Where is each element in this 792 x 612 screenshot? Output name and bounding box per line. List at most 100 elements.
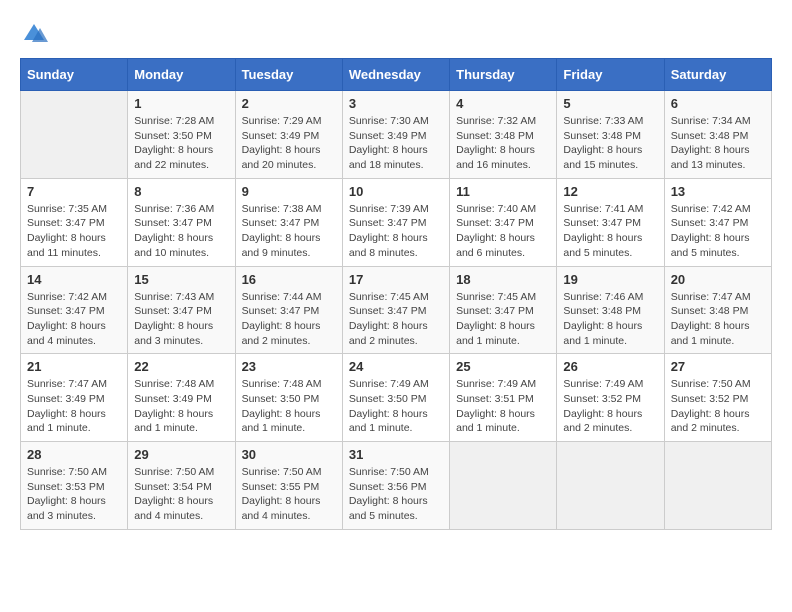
- day-number: 5: [563, 96, 657, 111]
- day-number: 16: [242, 272, 336, 287]
- calendar-cell: 18 Sunrise: 7:45 AMSunset: 3:47 PMDayligh…: [450, 266, 557, 354]
- day-info: Sunrise: 7:39 AMSunset: 3:47 PMDaylight:…: [349, 202, 443, 261]
- calendar-cell: 17Sunrise: 7:45 AMSunset: 3:47 PMDayligh…: [342, 266, 449, 354]
- calendar-cell: 31 Sunrise: 7:50 AMSunset: 3:56 PMDayligh…: [342, 442, 449, 530]
- day-number: 8: [134, 184, 228, 199]
- calendar-table: SundayMondayTuesdayWednesdayThursdayFrid…: [20, 58, 772, 530]
- header-day-tuesday: Tuesday: [235, 59, 342, 91]
- calendar-cell: 4 Sunrise: 7:32 AMSunset: 3:48 PMDaylight…: [450, 91, 557, 179]
- day-number: 13: [671, 184, 765, 199]
- day-info: Sunrise: 7:34 AMSunset: 3:48 PMDaylight:…: [671, 114, 765, 173]
- header-day-friday: Friday: [557, 59, 664, 91]
- day-number: 17: [349, 272, 443, 287]
- day-info: Sunrise: 7:46 AMSunset: 3:48 PMDaylight:…: [563, 290, 657, 349]
- day-info: Sunrise: 7:32 AMSunset: 3:48 PMDaylight:…: [456, 114, 550, 173]
- page-header: [20, 20, 772, 48]
- day-info: Sunrise: 7:50 AMSunset: 3:52 PMDaylight:…: [671, 377, 765, 436]
- day-number: 21: [27, 359, 121, 374]
- logo: [20, 20, 52, 48]
- day-info: Sunrise: 7:44 AMSunset: 3:47 PMDaylight:…: [242, 290, 336, 349]
- day-info: Sunrise: 7:48 AMSunset: 3:50 PMDaylight:…: [242, 377, 336, 436]
- logo-icon: [20, 20, 48, 48]
- header-day-sunday: Sunday: [21, 59, 128, 91]
- calendar-cell: 26 Sunrise: 7:49 AMSunset: 3:52 PMDayligh…: [557, 354, 664, 442]
- calendar-cell: 9Sunrise: 7:38 AMSunset: 3:47 PMDaylight…: [235, 178, 342, 266]
- calendar-cell: [664, 442, 771, 530]
- day-number: 6: [671, 96, 765, 111]
- calendar-cell: 5 Sunrise: 7:33 AMSunset: 3:48 PMDaylight…: [557, 91, 664, 179]
- day-number: 11: [456, 184, 550, 199]
- day-info: Sunrise: 7:47 AMSunset: 3:48 PMDaylight:…: [671, 290, 765, 349]
- calendar-cell: 29 Sunrise: 7:50 AMSunset: 3:54 PMDayligh…: [128, 442, 235, 530]
- calendar-cell: 22 Sunrise: 7:48 AMSunset: 3:49 PMDayligh…: [128, 354, 235, 442]
- header-day-saturday: Saturday: [664, 59, 771, 91]
- calendar-cell: 7Sunrise: 7:35 AMSunset: 3:47 PMDaylight…: [21, 178, 128, 266]
- calendar-week-4: 28 Sunrise: 7:50 AMSunset: 3:53 PMDayligh…: [21, 442, 772, 530]
- day-info: Sunrise: 7:29 AMSunset: 3:49 PMDaylight:…: [242, 114, 336, 173]
- calendar-cell: 15 Sunrise: 7:43 AMSunset: 3:47 PMDayligh…: [128, 266, 235, 354]
- calendar-cell: 12Sunrise: 7:41 AMSunset: 3:47 PMDayligh…: [557, 178, 664, 266]
- day-info: Sunrise: 7:33 AMSunset: 3:48 PMDaylight:…: [563, 114, 657, 173]
- calendar-cell: 27Sunrise: 7:50 AMSunset: 3:52 PMDayligh…: [664, 354, 771, 442]
- calendar-cell: 14Sunrise: 7:42 AMSunset: 3:47 PMDayligh…: [21, 266, 128, 354]
- day-info: Sunrise: 7:50 AMSunset: 3:56 PMDaylight:…: [349, 465, 443, 524]
- calendar-cell: 30 Sunrise: 7:50 AMSunset: 3:55 PMDayligh…: [235, 442, 342, 530]
- day-info: Sunrise: 7:47 AMSunset: 3:49 PMDaylight:…: [27, 377, 121, 436]
- day-number: 31: [349, 447, 443, 462]
- day-info: Sunrise: 7:49 AMSunset: 3:50 PMDaylight:…: [349, 377, 443, 436]
- calendar-cell: 6 Sunrise: 7:34 AMSunset: 3:48 PMDaylight…: [664, 91, 771, 179]
- calendar-cell: 25 Sunrise: 7:49 AMSunset: 3:51 PMDayligh…: [450, 354, 557, 442]
- calendar-cell: 23 Sunrise: 7:48 AMSunset: 3:50 PMDayligh…: [235, 354, 342, 442]
- day-info: Sunrise: 7:41 AMSunset: 3:47 PMDaylight:…: [563, 202, 657, 261]
- header-day-monday: Monday: [128, 59, 235, 91]
- calendar-week-0: 1Sunrise: 7:28 AMSunset: 3:50 PMDaylight…: [21, 91, 772, 179]
- day-number: 20: [671, 272, 765, 287]
- day-info: Sunrise: 7:50 AMSunset: 3:55 PMDaylight:…: [242, 465, 336, 524]
- day-number: 3: [349, 96, 443, 111]
- day-info: Sunrise: 7:49 AMSunset: 3:51 PMDaylight:…: [456, 377, 550, 436]
- calendar-header: SundayMondayTuesdayWednesdayThursdayFrid…: [21, 59, 772, 91]
- day-number: 18: [456, 272, 550, 287]
- day-info: Sunrise: 7:38 AMSunset: 3:47 PMDaylight:…: [242, 202, 336, 261]
- day-number: 23: [242, 359, 336, 374]
- day-number: 29: [134, 447, 228, 462]
- day-number: 24: [349, 359, 443, 374]
- day-number: 28: [27, 447, 121, 462]
- calendar-cell: 21 Sunrise: 7:47 AMSunset: 3:49 PMDayligh…: [21, 354, 128, 442]
- day-number: 7: [27, 184, 121, 199]
- day-number: 26: [563, 359, 657, 374]
- header-row: SundayMondayTuesdayWednesdayThursdayFrid…: [21, 59, 772, 91]
- calendar-cell: 24 Sunrise: 7:49 AMSunset: 3:50 PMDayligh…: [342, 354, 449, 442]
- day-number: 4: [456, 96, 550, 111]
- calendar-cell: [21, 91, 128, 179]
- calendar-cell: 10 Sunrise: 7:39 AMSunset: 3:47 PMDayligh…: [342, 178, 449, 266]
- day-number: 19: [563, 272, 657, 287]
- calendar-cell: 20 Sunrise: 7:47 AMSunset: 3:48 PMDayligh…: [664, 266, 771, 354]
- day-number: 30: [242, 447, 336, 462]
- day-number: 15: [134, 272, 228, 287]
- day-info: Sunrise: 7:48 AMSunset: 3:49 PMDaylight:…: [134, 377, 228, 436]
- calendar-week-2: 14Sunrise: 7:42 AMSunset: 3:47 PMDayligh…: [21, 266, 772, 354]
- calendar-week-1: 7Sunrise: 7:35 AMSunset: 3:47 PMDaylight…: [21, 178, 772, 266]
- day-info: Sunrise: 7:50 AMSunset: 3:54 PMDaylight:…: [134, 465, 228, 524]
- day-info: Sunrise: 7:49 AMSunset: 3:52 PMDaylight:…: [563, 377, 657, 436]
- day-number: 10: [349, 184, 443, 199]
- day-info: Sunrise: 7:42 AMSunset: 3:47 PMDaylight:…: [671, 202, 765, 261]
- day-info: Sunrise: 7:36 AMSunset: 3:47 PMDaylight:…: [134, 202, 228, 261]
- day-info: Sunrise: 7:50 AMSunset: 3:53 PMDaylight:…: [27, 465, 121, 524]
- calendar-cell: 28 Sunrise: 7:50 AMSunset: 3:53 PMDayligh…: [21, 442, 128, 530]
- day-info: Sunrise: 7:30 AMSunset: 3:49 PMDaylight:…: [349, 114, 443, 173]
- calendar-cell: 16 Sunrise: 7:44 AMSunset: 3:47 PMDayligh…: [235, 266, 342, 354]
- calendar-cell: 19 Sunrise: 7:46 AMSunset: 3:48 PMDayligh…: [557, 266, 664, 354]
- day-number: 25: [456, 359, 550, 374]
- day-info: Sunrise: 7:40 AMSunset: 3:47 PMDaylight:…: [456, 202, 550, 261]
- calendar-week-3: 21 Sunrise: 7:47 AMSunset: 3:49 PMDayligh…: [21, 354, 772, 442]
- day-info: Sunrise: 7:45 AMSunset: 3:47 PMDaylight:…: [456, 290, 550, 349]
- day-info: Sunrise: 7:43 AMSunset: 3:47 PMDaylight:…: [134, 290, 228, 349]
- calendar-cell: [450, 442, 557, 530]
- calendar-body: 1Sunrise: 7:28 AMSunset: 3:50 PMDaylight…: [21, 91, 772, 530]
- calendar-cell: 2Sunrise: 7:29 AMSunset: 3:49 PMDaylight…: [235, 91, 342, 179]
- day-number: 22: [134, 359, 228, 374]
- header-day-wednesday: Wednesday: [342, 59, 449, 91]
- calendar-cell: 13 Sunrise: 7:42 AMSunset: 3:47 PMDayligh…: [664, 178, 771, 266]
